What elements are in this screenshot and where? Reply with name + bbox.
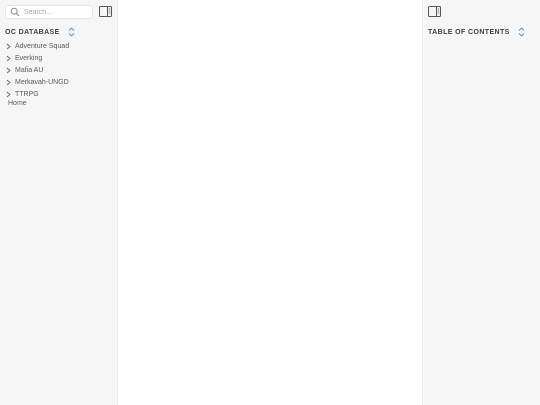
oc-database-header[interactable]: OC DATABASE (5, 27, 75, 37)
search-icon (10, 7, 20, 17)
folder-label: Merkavah-UNGD (15, 78, 69, 86)
folder-label: Adventure Squad (15, 42, 70, 50)
table-of-contents-title: TABLE OF CONTENTS (428, 28, 510, 36)
oc-database-title: OC DATABASE (5, 28, 60, 36)
main-content (118, 0, 422, 405)
folder-item-merkavah-ungd[interactable]: Merkavah-UNGD (6, 76, 69, 88)
sort-up-down-icon[interactable] (518, 27, 525, 37)
folder-label: Mafia AU (15, 66, 44, 74)
app-window: OC DATABASE Adventure Squad Everking (0, 0, 540, 405)
folder-item-everking[interactable]: Everking (6, 52, 69, 64)
sort-up-down-icon[interactable] (68, 27, 75, 37)
folder-label: Everking (15, 54, 43, 62)
chevron-right-icon (6, 79, 11, 86)
folder-label: TTRPG (15, 90, 39, 98)
folder-item-ttrpg[interactable]: TTRPG (6, 88, 69, 100)
table-of-contents-header[interactable]: TABLE OF CONTENTS (428, 27, 525, 37)
left-sidebar: OC DATABASE Adventure Squad Everking (0, 0, 118, 405)
sidebar-toggle-icon (99, 6, 112, 17)
chevron-right-icon (6, 43, 11, 50)
search-input[interactable] (20, 6, 92, 18)
search-box[interactable] (5, 5, 93, 19)
folder-tree: Adventure Squad Everking Mafia AU Merkav… (6, 40, 69, 100)
chevron-right-icon (6, 55, 11, 62)
right-sidebar-toggle-button[interactable] (428, 6, 441, 17)
chevron-right-icon (6, 91, 11, 98)
folder-item-adventure-squad[interactable]: Adventure Squad (6, 40, 69, 52)
right-sidebar (422, 0, 540, 405)
folder-item-mafia-au[interactable]: Mafia AU (6, 64, 69, 76)
home-link[interactable]: Home (8, 100, 27, 107)
chevron-right-icon (6, 67, 11, 74)
sidebar-toggle-icon (428, 6, 441, 17)
left-sidebar-toggle-button[interactable] (99, 6, 112, 17)
